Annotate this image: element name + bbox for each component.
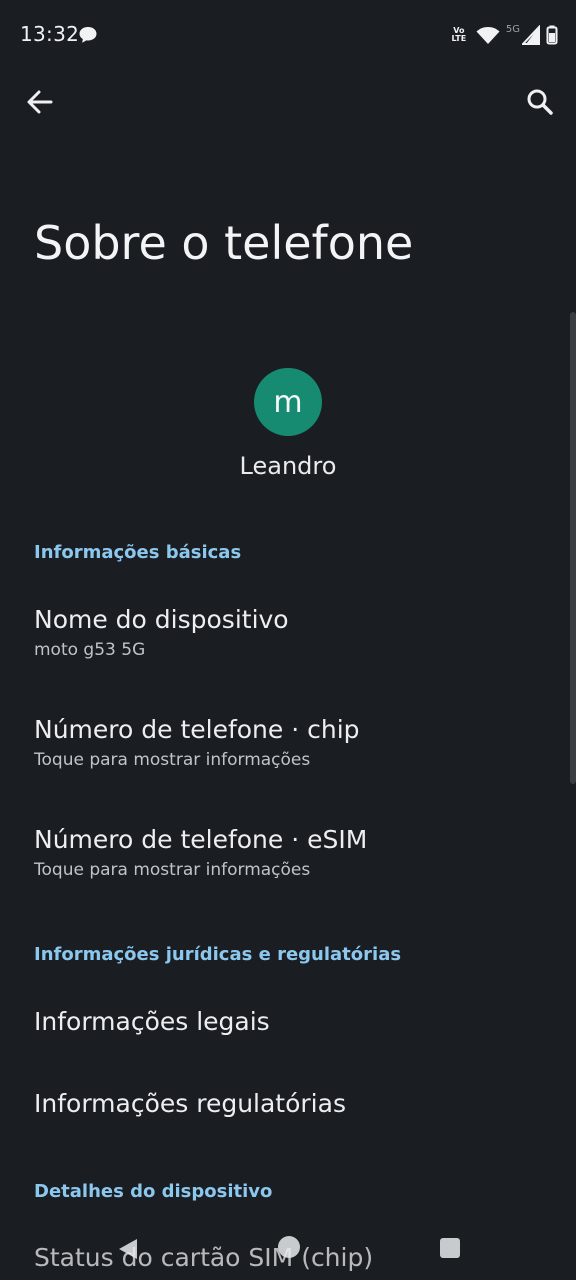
status-bar: 13:32 Vo LTE 5G: [0, 0, 576, 72]
status-time: 13:32: [20, 22, 80, 46]
page-title: Sobre o telefone: [34, 216, 414, 270]
list-item-device-name[interactable]: Nome do dispositivo moto g53 5G: [0, 604, 576, 662]
network-type-label: 5G: [505, 24, 520, 35]
list-item-phone-number-esim[interactable]: Número de telefone · eSIM Toque para mos…: [0, 824, 576, 882]
scrollbar[interactable]: [570, 312, 576, 784]
nav-back-icon[interactable]: [118, 1238, 138, 1260]
chat-bubble-icon: [79, 27, 97, 43]
list-item-legal-info[interactable]: Informações legais: [0, 1006, 576, 1038]
item-title: Informações legais: [34, 1007, 270, 1036]
item-title: Número de telefone · eSIM: [34, 825, 368, 854]
status-icons: Vo LTE 5G: [448, 22, 558, 48]
volte-indicator: Vo LTE: [448, 27, 470, 43]
item-subtitle: moto g53 5G: [34, 640, 146, 660]
item-subtitle: Toque para mostrar informações: [34, 750, 311, 770]
section-header-basic-info: Informações básicas: [34, 542, 242, 563]
wifi-icon: [476, 27, 500, 44]
arrow-left-icon[interactable]: [22, 84, 58, 120]
search-icon[interactable]: [522, 84, 558, 120]
item-title: Número de telefone · chip: [34, 715, 360, 744]
item-subtitle: Toque para mostrar informações: [34, 860, 311, 880]
user-name: Leandro: [239, 452, 337, 480]
volte-bottom-label: LTE: [451, 34, 467, 43]
avatar[interactable]: m: [254, 368, 322, 436]
item-title: Informações regulatórias: [34, 1089, 346, 1118]
toolbar: [0, 72, 576, 132]
section-header-legal-info: Informações jurídicas e regulatórias: [34, 944, 402, 965]
list-item-regulatory-info[interactable]: Informações regulatórias: [0, 1088, 576, 1120]
item-title: Nome do dispositivo: [34, 605, 289, 634]
navigation-bar: [0, 1222, 576, 1280]
nav-home-icon[interactable]: [278, 1236, 300, 1258]
list-item-phone-number-chip[interactable]: Número de telefone · chip Toque para mos…: [0, 714, 576, 772]
section-header-device-details: Detalhes do dispositivo: [34, 1181, 273, 1202]
nav-recents-icon[interactable]: [440, 1238, 460, 1258]
signal-icon: [522, 25, 540, 45]
battery-icon: [546, 25, 558, 45]
